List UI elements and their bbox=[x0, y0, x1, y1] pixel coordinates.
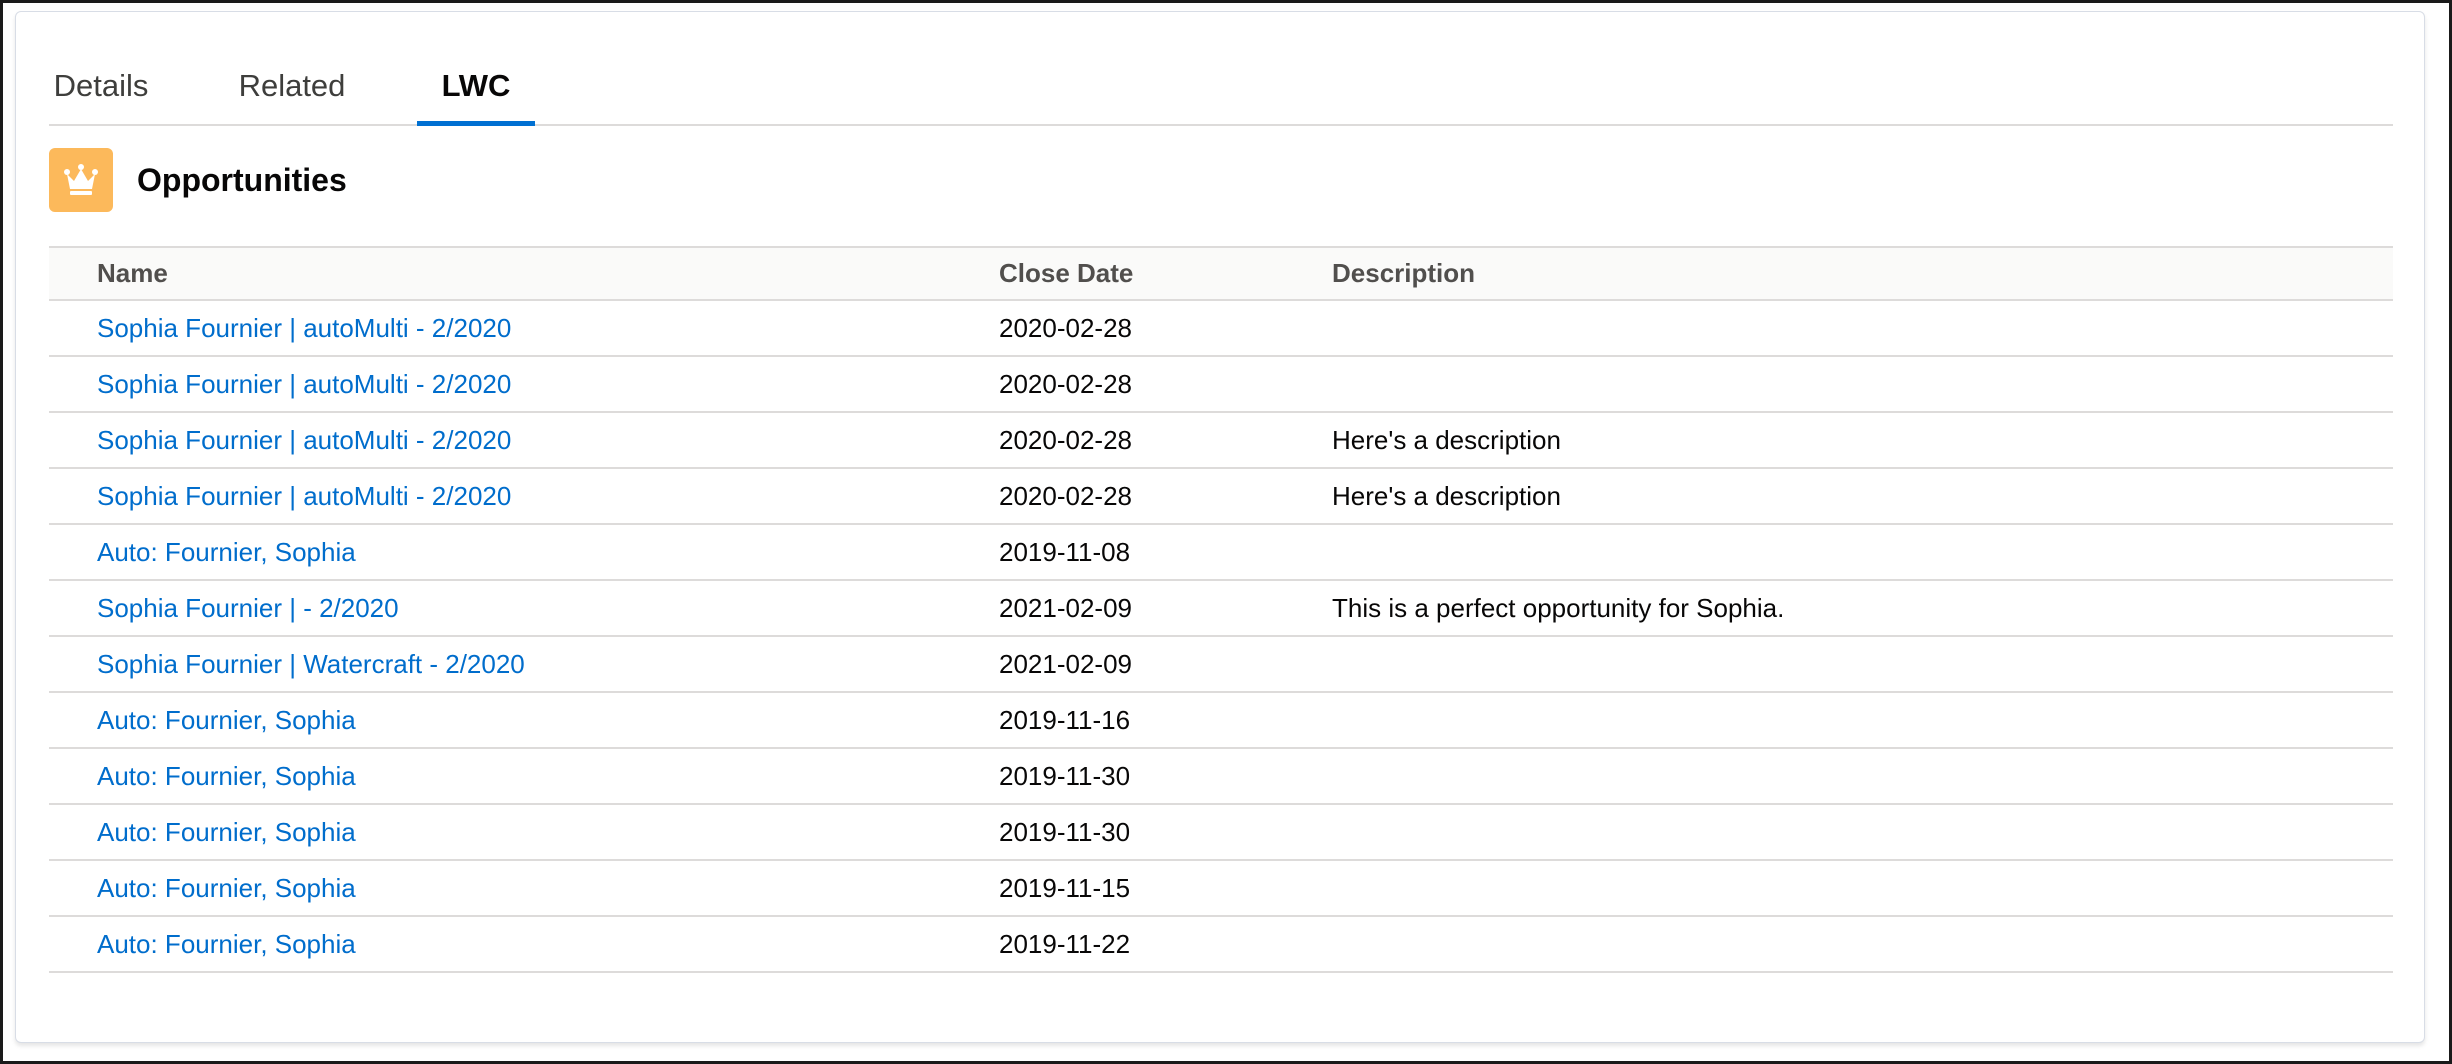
opportunities-table: Name Close Date Description Sophia Fourn… bbox=[49, 246, 2393, 973]
opportunity-link[interactable]: Sophia Fournier | autoMulti - 2/2020 bbox=[97, 425, 511, 455]
close-date-cell: 2020-02-28 bbox=[999, 312, 1132, 343]
close-date-cell: 2019-11-08 bbox=[999, 536, 1131, 567]
close-date-cell: 2019-11-22 bbox=[999, 928, 1131, 959]
opportunity-link[interactable]: Auto: Fournier, Sophia bbox=[97, 705, 356, 735]
tab-lwc[interactable]: LWC bbox=[417, 51, 535, 126]
close-date-cell: 2020-02-28 bbox=[999, 424, 1132, 455]
table-row: Auto: Fournier, Sophia 2019-11-22 bbox=[49, 917, 2393, 973]
table-row: Sophia Fournier | - 2/2020 2021-02-09 Th… bbox=[49, 581, 2393, 637]
close-date-cell: 2019-11-16 bbox=[999, 704, 1131, 735]
close-date-cell: 2019-11-30 bbox=[999, 816, 1131, 847]
tab-related[interactable]: Related bbox=[233, 51, 351, 124]
table-row: Auto: Fournier, Sophia 2019-11-30 bbox=[49, 749, 2393, 805]
table-header: Name Close Date Description bbox=[49, 246, 2393, 301]
table-row: Sophia Fournier | autoMulti - 2/2020 202… bbox=[49, 469, 2393, 525]
close-date-cell: 2020-02-28 bbox=[999, 368, 1132, 399]
opportunity-link[interactable]: Sophia Fournier | Watercraft - 2/2020 bbox=[97, 649, 525, 679]
name-cell: Auto: Fournier, Sophia bbox=[49, 929, 999, 960]
close-date-cell: 2020-02-28 bbox=[999, 480, 1132, 511]
column-header-name[interactable]: Name bbox=[49, 258, 999, 289]
column-header-close-date[interactable]: Close Date bbox=[999, 258, 1332, 289]
name-cell: Sophia Fournier | Watercraft - 2/2020 bbox=[49, 649, 999, 680]
card-title: Opportunities bbox=[137, 161, 347, 198]
table-row: Auto: Fournier, Sophia 2019-11-16 bbox=[49, 693, 2393, 749]
name-cell: Auto: Fournier, Sophia bbox=[49, 705, 999, 736]
close-date-cell: 2019-11-15 bbox=[999, 872, 1131, 903]
name-cell: Sophia Fournier | autoMulti - 2/2020 bbox=[49, 481, 999, 512]
card-header: Opportunities bbox=[49, 148, 347, 212]
tab-bar: Details Related LWC bbox=[49, 51, 2393, 126]
tab-details[interactable]: Details bbox=[49, 51, 153, 124]
column-header-description[interactable]: Description bbox=[1332, 258, 2393, 289]
description-cell: This is a perfect opportunity for Sophia… bbox=[1332, 592, 1785, 623]
close-date-cell: 2019-11-30 bbox=[999, 760, 1131, 791]
opportunity-link[interactable]: Auto: Fournier, Sophia bbox=[97, 929, 356, 959]
opportunity-link[interactable]: Sophia Fournier | autoMulti - 2/2020 bbox=[97, 313, 511, 343]
table-row: Auto: Fournier, Sophia 2019-11-08 bbox=[49, 525, 2393, 581]
name-cell: Auto: Fournier, Sophia bbox=[49, 761, 999, 792]
table-row: Sophia Fournier | autoMulti - 2/2020 202… bbox=[49, 301, 2393, 357]
name-cell: Auto: Fournier, Sophia bbox=[49, 873, 999, 904]
record-card: Details Related LWC Opportunities Name C… bbox=[15, 11, 2425, 1043]
name-cell: Auto: Fournier, Sophia bbox=[49, 817, 999, 848]
description-cell: Here's a description bbox=[1332, 424, 1561, 455]
opportunity-link[interactable]: Sophia Fournier | autoMulti - 2/2020 bbox=[97, 369, 511, 399]
opportunity-link[interactable]: Auto: Fournier, Sophia bbox=[97, 817, 356, 847]
crown-icon bbox=[49, 148, 113, 212]
close-date-cell: 2021-02-09 bbox=[999, 648, 1132, 679]
table-body: Sophia Fournier | autoMulti - 2/2020 202… bbox=[49, 301, 2393, 973]
table-row: Sophia Fournier | autoMulti - 2/2020 202… bbox=[49, 357, 2393, 413]
description-cell: Here's a description bbox=[1332, 480, 1561, 511]
opportunity-link[interactable]: Auto: Fournier, Sophia bbox=[97, 761, 356, 791]
close-date-cell: 2021-02-09 bbox=[999, 592, 1132, 623]
name-cell: Auto: Fournier, Sophia bbox=[49, 537, 999, 568]
name-cell: Sophia Fournier | autoMulti - 2/2020 bbox=[49, 369, 999, 400]
opportunity-link[interactable]: Sophia Fournier | autoMulti - 2/2020 bbox=[97, 481, 511, 511]
opportunity-link[interactable]: Sophia Fournier | - 2/2020 bbox=[97, 593, 399, 623]
name-cell: Sophia Fournier | autoMulti - 2/2020 bbox=[49, 425, 999, 456]
table-row: Sophia Fournier | autoMulti - 2/2020 202… bbox=[49, 413, 2393, 469]
opportunity-link[interactable]: Auto: Fournier, Sophia bbox=[97, 537, 356, 567]
opportunity-link[interactable]: Auto: Fournier, Sophia bbox=[97, 873, 356, 903]
table-row: Auto: Fournier, Sophia 2019-11-15 bbox=[49, 861, 2393, 917]
name-cell: Sophia Fournier | - 2/2020 bbox=[49, 593, 999, 624]
window-frame: Details Related LWC Opportunities Name C… bbox=[0, 0, 2452, 1064]
table-row: Auto: Fournier, Sophia 2019-11-30 bbox=[49, 805, 2393, 861]
table-row: Sophia Fournier | Watercraft - 2/2020 20… bbox=[49, 637, 2393, 693]
name-cell: Sophia Fournier | autoMulti - 2/2020 bbox=[49, 313, 999, 344]
